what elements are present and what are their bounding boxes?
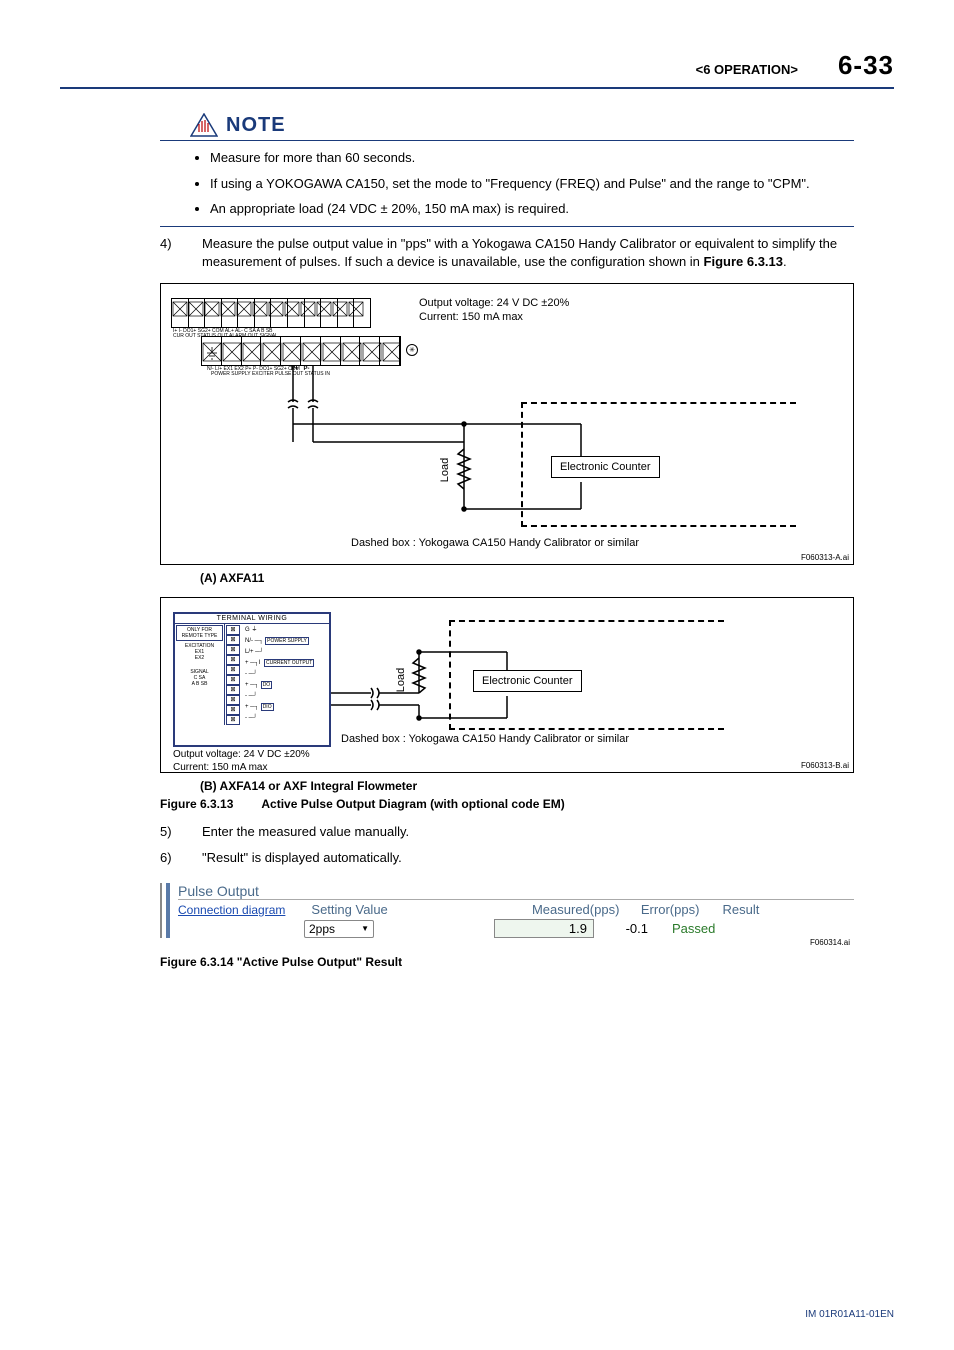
step-5: 5) Enter the measured value manually. — [160, 823, 854, 841]
measured-header: Measured(pps) — [511, 902, 619, 917]
measured-value[interactable]: 1.9 — [494, 919, 594, 938]
note-block: NOTE Measure for more than 60 seconds. I… — [160, 113, 854, 227]
chevron-down-icon: ▼ — [361, 924, 369, 933]
section-title: <6 OPERATION> — [696, 62, 798, 77]
page-header: <6 OPERATION> 6-33 — [60, 50, 894, 89]
doc-footer: IM 01R01A11-01EN — [805, 1309, 894, 1320]
step-4: 4) Measure the pulse output value in "pp… — [160, 235, 854, 271]
step-6: 6) "Result" is displayed automatically. — [160, 849, 854, 867]
figure-b: TERMINAL WIRING ONLY FOR REMOTE TYPE EXC… — [160, 597, 854, 773]
error-value: -0.1 — [608, 921, 648, 936]
figure-a: Output voltage: 24 V DC ±20% Current: 15… — [160, 283, 854, 565]
result-value: Passed — [672, 921, 715, 936]
connection-diagram-link[interactable]: Connection diagram — [178, 903, 285, 917]
note-item: If using a YOKOGAWA CA150, set the mode … — [210, 175, 854, 193]
note-item: An appropriate load (24 VDC ± 20%, 150 m… — [210, 200, 854, 218]
figure-6-3-14-caption: Figure 6.3.14 "Active Pulse Output" Resu… — [160, 955, 894, 969]
warning-icon — [190, 113, 218, 137]
pulse-output-title: Pulse Output — [178, 883, 854, 900]
page-number: 6-33 — [838, 50, 894, 81]
figure-6-3-13-caption: Figure 6.3.13Active Pulse Output Diagram… — [160, 797, 894, 811]
setting-value-select[interactable]: 2pps ▼ — [304, 920, 374, 938]
note-item: Measure for more than 60 seconds. — [210, 149, 854, 167]
figure-b-label: (B) AXFA14 or AXF Integral Flowmeter — [200, 779, 894, 793]
note-label: NOTE — [226, 114, 286, 137]
error-header: Error(pps) — [619, 902, 699, 917]
electronic-counter-b: Electronic Counter — [473, 670, 582, 692]
figure-a-label: (A) AXFA11 — [200, 571, 894, 585]
setting-value-header: Setting Value — [311, 902, 511, 917]
electronic-counter-a: Electronic Counter — [551, 456, 660, 478]
result-header: Result — [699, 902, 759, 917]
pulse-output-panel: Pulse Output Connection diagram Setting … — [160, 883, 854, 938]
